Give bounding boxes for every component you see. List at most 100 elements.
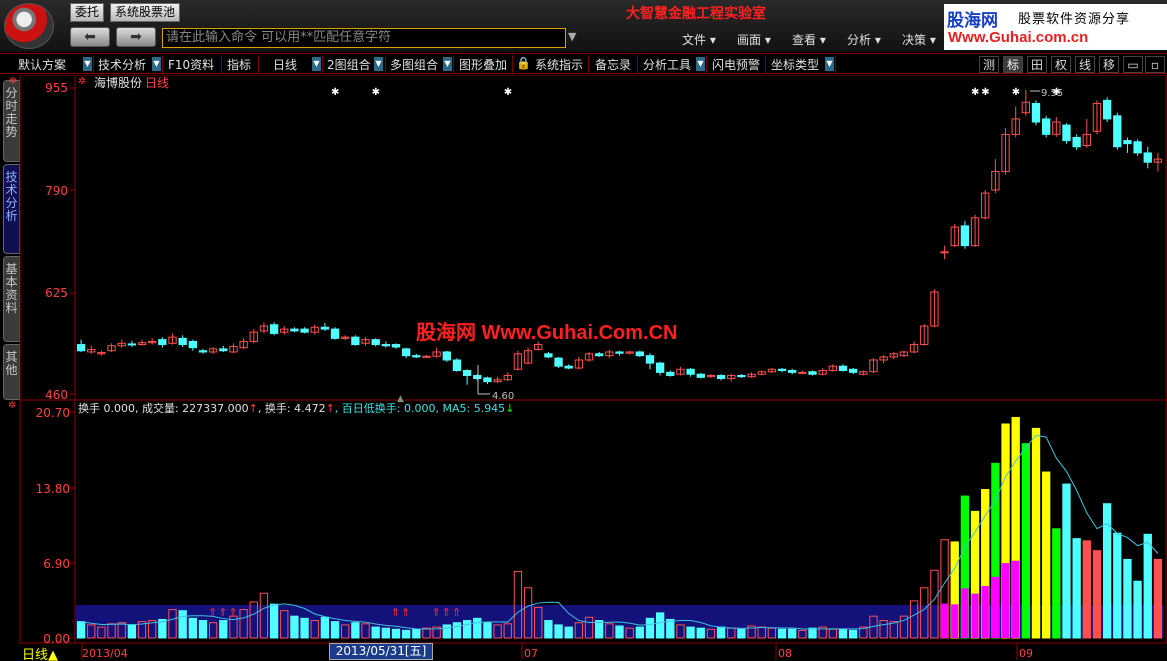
volume-bar: [391, 628, 401, 639]
volume-bar-segment: [1001, 563, 1010, 638]
dropdown-icon[interactable]: ▼: [825, 57, 834, 71]
candle-body: [960, 225, 970, 247]
divider: [637, 55, 638, 73]
candle-body: [269, 324, 279, 334]
period-selector[interactable]: 日线▲: [22, 644, 58, 661]
tool-f10[interactable]: F10资料: [168, 56, 214, 73]
stock-name: 海博股份: [94, 75, 142, 90]
window-minimize-icon[interactable]: ▫: [1145, 56, 1165, 73]
candle-body: [666, 371, 675, 376]
tool-axis-type[interactable]: 坐标类型: [771, 56, 819, 73]
volume-bar: [219, 620, 228, 639]
tool-multichart[interactable]: 多图组合: [390, 56, 438, 73]
volume-bar: [1143, 533, 1152, 639]
tool-move[interactable]: 移: [1099, 56, 1119, 73]
candle-body: [198, 350, 208, 353]
buy-signal-arrow-icon: ⇑: [208, 606, 217, 619]
volume-bar: [716, 626, 726, 639]
candle-body: [178, 337, 187, 346]
divider: [385, 55, 386, 73]
tool-tech-analysis[interactable]: 技术分析: [98, 56, 146, 73]
stock-pool-button[interactable]: 系统股票池: [110, 3, 181, 22]
volume-bar: [635, 626, 644, 639]
watermark: 股海网 Www.Guhai.Com.CN: [416, 322, 678, 344]
app-logo[interactable]: [4, 3, 54, 49]
price-tick: 625: [45, 286, 68, 300]
volume-bar: [1123, 558, 1132, 639]
divider: [162, 55, 163, 73]
volume-bar-segment: [971, 593, 979, 638]
divider: [512, 55, 513, 73]
candle-body: [351, 336, 360, 346]
stock-chart[interactable]: ✱ ✱ ✱ ✱ ✱ ✱ ✱⇑ ⇑ ⇑ ⇑ ⇑ ⇑ ⇑ ⇑▲ 海博股份 日线 ✲ ✲ ✲ 955 790 6…: [0, 75, 1167, 661]
signal-star-icon: ✱: [504, 87, 512, 98]
volume-bar: [462, 620, 472, 639]
candle-body: [483, 377, 492, 383]
tool-flash-alert[interactable]: 闪电预警: [712, 56, 760, 73]
volume-bar: [473, 617, 482, 639]
volume-bar: [269, 603, 279, 639]
candle-body: [798, 371, 807, 374]
menu-view[interactable]: 画面 ▾: [737, 31, 771, 48]
menu-file[interactable]: 文件 ▾: [682, 31, 716, 48]
volume-bar: [544, 620, 553, 639]
dropdown-icon[interactable]: ▼: [312, 57, 321, 71]
candle-body: [595, 353, 604, 357]
dropdown-icon[interactable]: ▼: [696, 57, 705, 71]
volume-bar: [615, 625, 624, 639]
divider: [765, 55, 766, 73]
tool-rights[interactable]: 权: [1051, 56, 1071, 73]
volume-bar: [777, 628, 787, 639]
command-input[interactable]: 请在此输入命令 可以用**匹配任意字符: [162, 28, 566, 48]
divider: [706, 55, 707, 73]
buy-signal-arrow-icon: ⇑: [218, 606, 227, 619]
candle-body: [381, 344, 391, 347]
settings-gear-icon[interactable]: ✲: [8, 400, 16, 411]
tool-overlay[interactable]: 图形叠加: [459, 56, 507, 73]
candle-body: [655, 362, 665, 373]
date-tick: 09: [1019, 647, 1033, 660]
lock-icon[interactable]: 🔒: [516, 56, 531, 70]
menu-decision[interactable]: 决策 ▾: [902, 31, 936, 48]
tool-2chart[interactable]: 2图组合: [327, 56, 371, 73]
tool-daily[interactable]: 日线: [273, 56, 297, 73]
menu-look[interactable]: 查看 ▾: [792, 31, 826, 48]
window-restore-icon[interactable]: ▭: [1123, 56, 1143, 73]
brand-slogan: 股票软件资源分享: [1018, 12, 1131, 27]
grid-icon[interactable]: 田: [1027, 56, 1047, 73]
tool-default-scheme[interactable]: 默认方案: [18, 56, 66, 73]
candle-body: [320, 326, 330, 330]
tool-mark[interactable]: 标: [1003, 56, 1023, 73]
entrust-button[interactable]: 委托: [70, 3, 105, 22]
settings-gear-icon[interactable]: ✲: [9, 76, 17, 87]
tool-indicator[interactable]: 指标: [227, 56, 251, 73]
command-dropdown-icon[interactable]: ▼: [568, 30, 576, 43]
candle-body: [442, 351, 451, 361]
dropdown-icon[interactable]: ▼: [83, 57, 92, 71]
high-price-label: 9.55: [1041, 88, 1063, 99]
menu-analysis[interactable]: 分析 ▾: [847, 31, 881, 48]
settings-gear-icon[interactable]: ✲: [78, 76, 86, 87]
tool-analysis-tools[interactable]: 分析工具: [643, 56, 691, 73]
candle-body: [402, 348, 411, 357]
tool-line[interactable]: 线: [1075, 56, 1095, 73]
dropdown-icon[interactable]: ▼: [443, 57, 452, 71]
volume-bar: [1092, 550, 1102, 639]
volume-bar: [645, 617, 655, 639]
tool-system-signal[interactable]: 系统指示: [535, 56, 583, 73]
divider: [588, 55, 589, 73]
dropdown-icon[interactable]: ▼: [152, 57, 161, 71]
volume-bar-segment: [1012, 560, 1020, 638]
buy-signal-arrow-icon: ⇑: [391, 606, 400, 619]
forward-arrow-icon[interactable]: ➡: [116, 27, 156, 47]
candle-body: [848, 368, 858, 373]
volume-bar: [1062, 483, 1071, 639]
back-arrow-icon[interactable]: ⬅: [70, 27, 110, 47]
volume-bar-segment: [961, 588, 969, 638]
volume-bar: [655, 612, 665, 639]
dropdown-icon[interactable]: ▼: [374, 57, 383, 71]
tool-measure[interactable]: 测: [979, 56, 999, 73]
volume-bar: [595, 620, 604, 639]
tool-memo[interactable]: 备忘录: [595, 56, 631, 73]
candle-body: [452, 359, 462, 372]
